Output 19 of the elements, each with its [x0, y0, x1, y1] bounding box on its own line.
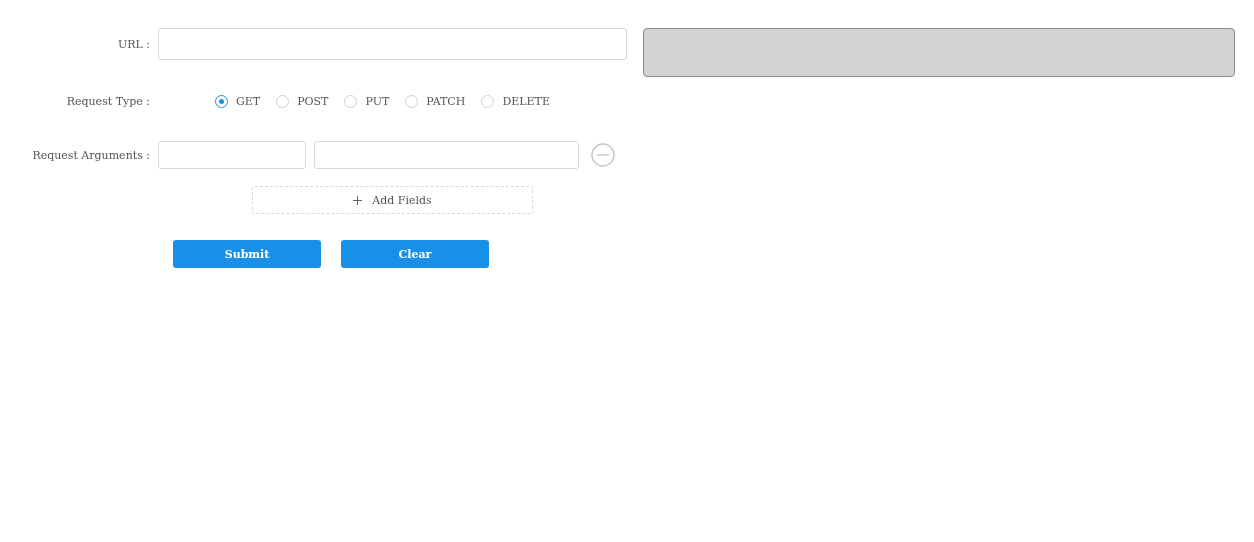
request-type-label: Request Type : [65, 94, 150, 108]
radio-option[interactable]: GET [215, 94, 261, 108]
url-field[interactable] [158, 28, 627, 60]
radio-option[interactable]: PUT [344, 94, 390, 108]
radio-option[interactable]: PATCH [405, 94, 466, 108]
radio-option[interactable]: DELETE [481, 94, 550, 108]
radio-icon[interactable] [344, 94, 358, 108]
url-label: URL : [116, 37, 150, 51]
radio-icon[interactable] [215, 94, 228, 108]
request-arguments-label: Request Arguments : [31, 148, 150, 162]
argument-key-field[interactable] [158, 141, 306, 169]
radio-icon[interactable] [481, 94, 495, 108]
remove-icon[interactable] [591, 143, 615, 167]
radio-icon[interactable] [276, 94, 290, 108]
radio-icon[interactable] [405, 94, 419, 108]
add-fields-button[interactable]: Add Fields [252, 186, 533, 214]
radio-option[interactable]: POST [276, 94, 329, 108]
argument-value-field[interactable] [314, 141, 579, 169]
plus-icon [353, 195, 363, 205]
